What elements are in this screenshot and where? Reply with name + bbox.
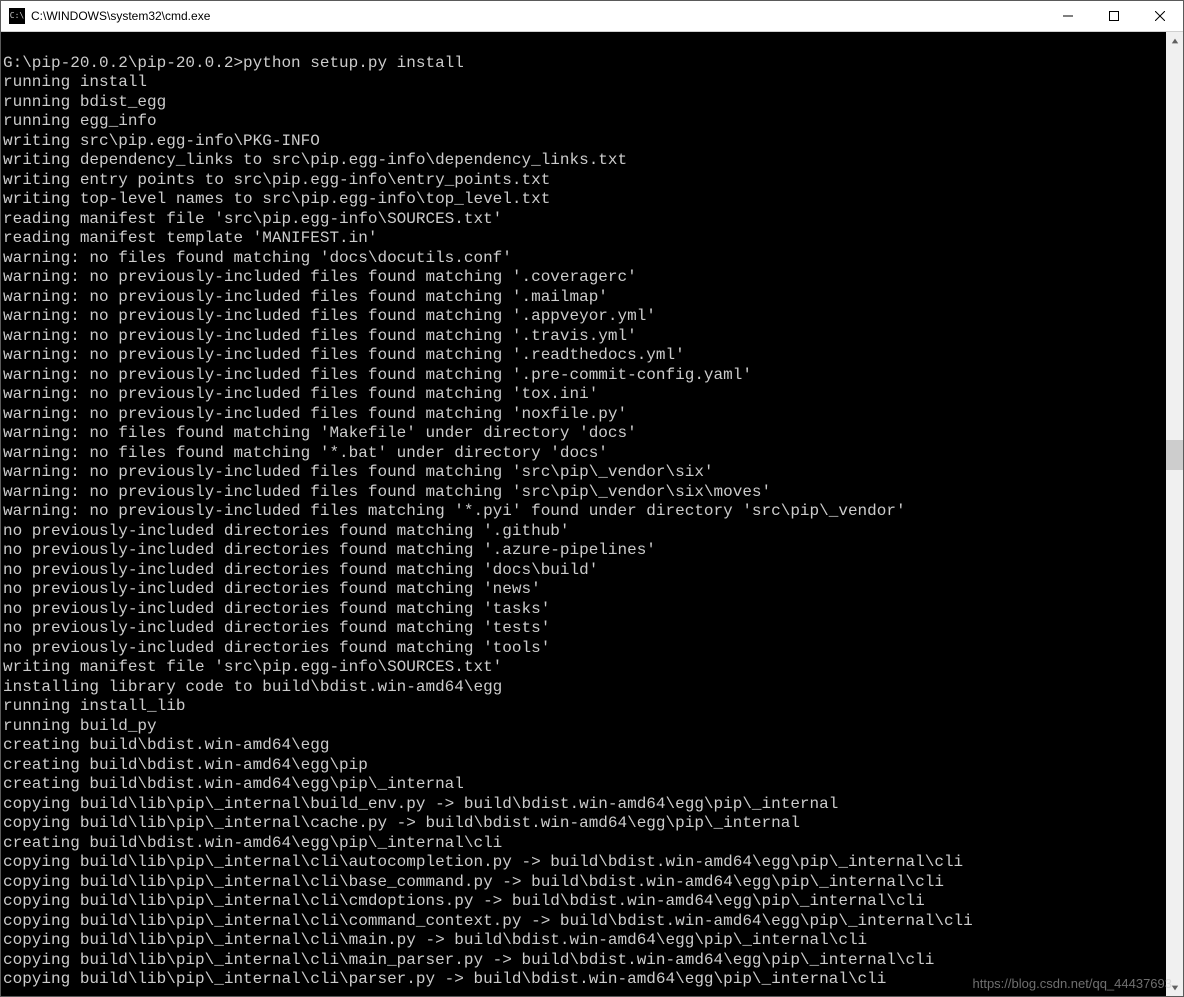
maximize-button[interactable] [1091, 1, 1137, 31]
cmd-icon: C:\ [9, 8, 25, 24]
window-titlebar: C:\ C:\WINDOWS\system32\cmd.exe [1, 1, 1183, 32]
scroll-thumb[interactable] [1166, 440, 1183, 470]
vertical-scrollbar[interactable] [1166, 32, 1183, 996]
window-controls [1045, 1, 1183, 31]
scroll-down-button[interactable] [1166, 979, 1183, 996]
scroll-track[interactable] [1166, 49, 1183, 979]
terminal-output[interactable]: G:\pip-20.0.2\pip-20.0.2>python setup.py… [1, 32, 1166, 996]
close-button[interactable] [1137, 1, 1183, 31]
content-area: G:\pip-20.0.2\pip-20.0.2>python setup.py… [1, 32, 1183, 996]
window-title: C:\WINDOWS\system32\cmd.exe [31, 9, 1045, 23]
scroll-up-button[interactable] [1166, 32, 1183, 49]
minimize-button[interactable] [1045, 1, 1091, 31]
